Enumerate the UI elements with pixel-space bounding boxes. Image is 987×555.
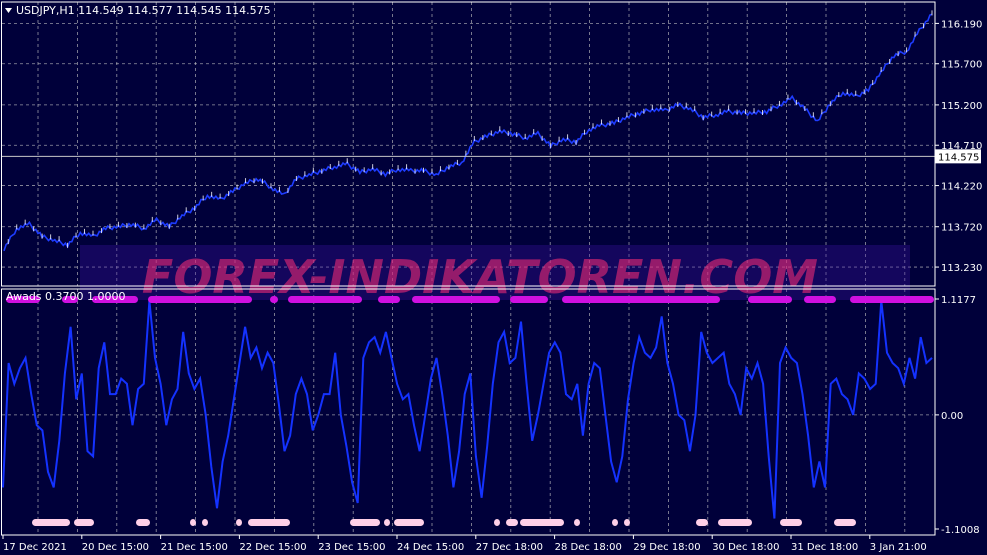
x-axis-tick-label: 29 Dec 18:00: [633, 542, 700, 553]
awads-bottom-signal: [190, 519, 196, 526]
awads-bottom-signal: [32, 519, 70, 526]
awads-bottom-signal: [350, 519, 380, 526]
awads-signal-bar: [412, 296, 500, 303]
x-axis-tick-label: 17 Dec 2021: [3, 542, 67, 553]
x-axis-tick-label: 20 Dec 15:00: [82, 542, 149, 553]
x-axis-tick-label: 30 Dec 18:00: [712, 542, 779, 553]
price-y-tick-label: 114.220: [941, 182, 982, 193]
awads-signal-bar: [288, 296, 362, 303]
x-axis-tick-label: 3 Jan 21:00: [870, 542, 927, 553]
awads-signal-bar: [562, 296, 720, 303]
awads-bottom-signal: [506, 519, 518, 526]
indicator-header: Awads 0.3700 1.0000: [6, 290, 126, 303]
x-axis-tick-label: 21 Dec 15:00: [161, 542, 228, 553]
awads-bottom-signal: [236, 519, 242, 526]
awads-signal-bar: [148, 296, 252, 303]
awads-bottom-signal: [612, 519, 618, 526]
awads-bottom-signal: [384, 519, 390, 526]
awads-bottom-signal: [834, 519, 856, 526]
awads-bottom-signal: [248, 519, 290, 526]
price-y-tick-label: 115.200: [941, 101, 982, 112]
price-tag-label: 114.575: [938, 152, 979, 163]
watermark-text: FOREX-INDIKATOREN.COM: [142, 250, 818, 304]
awads-bottom-signal: [624, 519, 630, 526]
price-y-tick-label: 114.710: [941, 141, 982, 152]
x-axis-tick-label: 28 Dec 18:00: [555, 542, 622, 553]
x-axis-tick-label: 27 Dec 18:00: [476, 542, 543, 553]
awads-bottom-signal: [394, 519, 424, 526]
price-y-tick-label: 116.190: [941, 19, 982, 30]
indicator-y-tick-label: 0.00: [941, 411, 963, 422]
price-header-text: USDJPY,H1 114.549 114.577 114.545 114.57…: [16, 4, 271, 17]
awads-bottom-signal: [202, 519, 208, 526]
awads-signal-bar: [270, 296, 278, 303]
price-y-tick-label: 113.720: [941, 223, 982, 234]
indicator-header-text: Awads 0.3700 1.0000: [6, 290, 126, 303]
price-header: USDJPY,H1 114.549 114.577 114.545 114.57…: [5, 4, 271, 17]
awads-signal-bar: [850, 296, 934, 303]
awads-signal-bar: [804, 296, 836, 303]
x-axis-tick-label: 22 Dec 15:00: [239, 542, 306, 553]
price-y-tick-label: 113.230: [941, 263, 982, 274]
awads-bottom-signal: [780, 519, 802, 526]
x-axis-tick-label: 24 Dec 15:00: [397, 542, 464, 553]
chart-root: FOREX-INDIKATOREN.COM 114.575 116.190 115…: [0, 0, 987, 555]
watermark-layer: FOREX-INDIKATOREN.COM: [80, 245, 910, 304]
awads-signal-bar: [378, 296, 400, 303]
awads-bottom-signal: [494, 519, 500, 526]
awads-bottom-signal: [574, 519, 580, 526]
x-axis-tick-label: 23 Dec 15:00: [318, 542, 385, 553]
awads-bottom-signal: [520, 519, 564, 526]
indicator-y-tick-label: 1.1177: [941, 295, 976, 306]
indicator-y-tick-label: -1.1008: [941, 525, 980, 536]
awads-bottom-signal: [718, 519, 752, 526]
x-axis-tick-label: 31 Dec 18:00: [791, 542, 858, 553]
awads-bottom-signal: [696, 519, 708, 526]
awads-signal-bar: [510, 296, 548, 303]
awads-bottom-signal: [136, 519, 150, 526]
awads-signal-bar: [748, 296, 792, 303]
awads-bottom-signal: [74, 519, 94, 526]
price-y-tick-label: 115.700: [941, 60, 982, 71]
